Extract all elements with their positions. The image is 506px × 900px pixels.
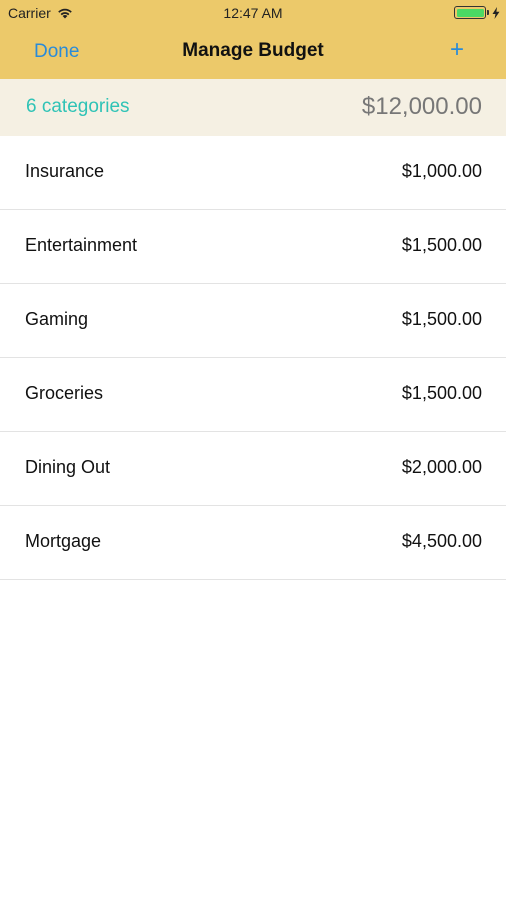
battery-fill	[456, 8, 484, 17]
category-amount: $1,500.00	[401, 383, 482, 403]
category-name: Gaming	[25, 309, 89, 329]
list-item[interactable]: Mortgage $4,500.00	[0, 506, 506, 580]
category-name: Dining Out	[25, 457, 111, 477]
header: Carrier 12:47 AM Done Manage Budget +	[0, 0, 506, 79]
add-category-button[interactable]: +	[450, 38, 464, 62]
nav-bar: Done Manage Budget +	[0, 26, 506, 79]
category-list: Insurance $1,000.00 Entertainment $1,500…	[0, 136, 506, 580]
list-item[interactable]: Gaming $1,500.00	[0, 284, 506, 358]
plus-icon: +	[449, 36, 464, 63]
charging-bolt-icon	[492, 6, 500, 19]
list-item[interactable]: Dining Out $2,000.00	[0, 432, 506, 506]
category-name: Insurance	[25, 161, 105, 181]
category-amount: $1,500.00	[401, 235, 482, 255]
budget-total: $12,000.00	[361, 93, 482, 120]
battery-icon	[454, 6, 486, 19]
category-name: Mortgage	[25, 531, 102, 551]
category-amount: $4,500.00	[401, 531, 482, 551]
list-item[interactable]: Groceries $1,500.00	[0, 358, 506, 432]
list-item[interactable]: Entertainment $1,500.00	[0, 210, 506, 284]
category-count: 6 categories	[26, 96, 130, 117]
category-amount: $1,500.00	[401, 309, 482, 329]
budget-summary: 6 categories $12,000.00	[0, 79, 506, 136]
category-name: Groceries	[25, 383, 104, 403]
status-time: 12:47 AM	[223, 5, 283, 21]
page-title: Manage Budget	[182, 40, 324, 61]
status-bar: Carrier 12:47 AM	[0, 0, 506, 26]
category-amount: $1,000.00	[401, 161, 482, 181]
battery-tip	[487, 10, 489, 15]
battery	[454, 6, 500, 19]
category-name: Entertainment	[25, 235, 138, 255]
category-amount: $2,000.00	[401, 457, 482, 477]
list-item[interactable]: Insurance $1,000.00	[0, 136, 506, 210]
